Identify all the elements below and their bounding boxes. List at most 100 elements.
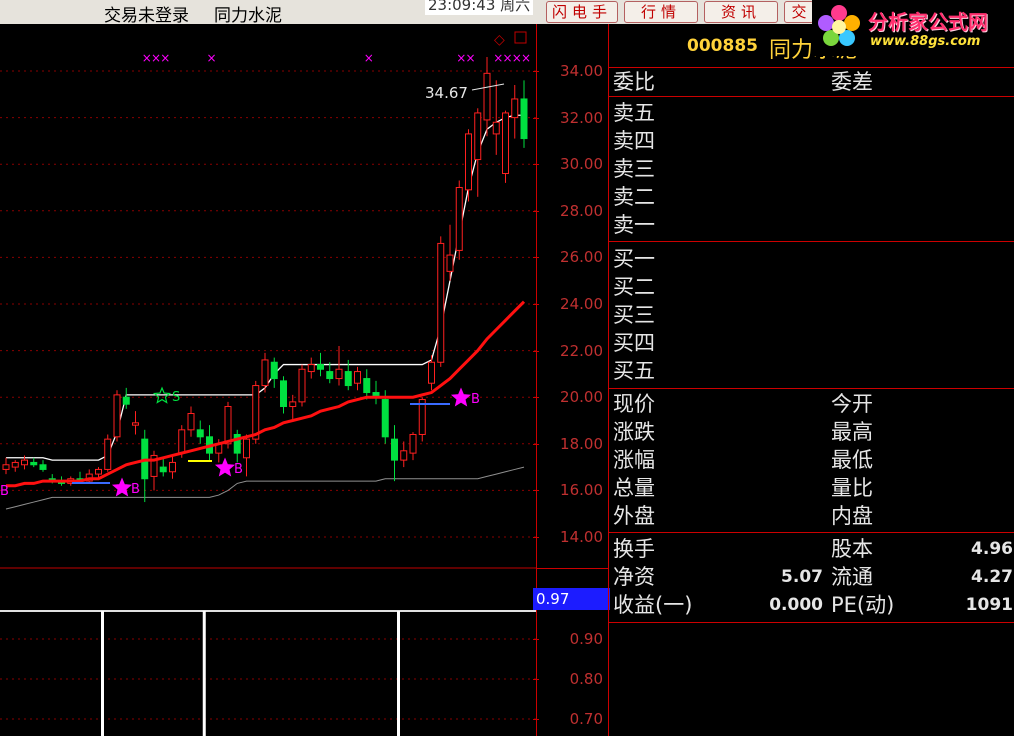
signal-marker-x: × — [466, 51, 476, 65]
stock-code: 000885 — [687, 36, 758, 56]
buy-4-label: 买四 — [613, 331, 655, 355]
max-price-label: 34.67 — [425, 84, 468, 102]
candle-body — [492, 121, 500, 135]
candle-body — [455, 187, 463, 251]
price-axis-tick: 32.00 — [533, 109, 603, 127]
share-capital-label: 股本 — [831, 537, 873, 561]
pe-label: PE(动) — [831, 593, 895, 617]
candle-body — [354, 371, 361, 384]
candle-body — [474, 112, 482, 161]
sell-3-label: 卖三 — [613, 157, 655, 181]
price-axis: 34.00 32.00 30.00 28.00 26.00 24.00 22.00 20.00… — [533, 24, 609, 736]
change-pct-label: 涨幅 — [613, 448, 655, 472]
logo-url[interactable]: www.88gs.com — [870, 34, 980, 49]
kline-chart[interactable]: × × × × × × × × × × ×34.67SB BBB◇ — [0, 24, 536, 736]
candle-body — [280, 380, 287, 408]
candle-body — [483, 72, 491, 121]
indicator-axis-tick: 0.80 — [533, 670, 603, 688]
eps-label: 收益(一) — [613, 593, 693, 617]
divider — [609, 67, 1014, 68]
open-label: 今开 — [831, 392, 873, 416]
candle-body — [409, 433, 417, 454]
candle-body — [30, 461, 38, 466]
divider — [609, 532, 1014, 533]
weicha-label: 委差 — [831, 70, 873, 94]
indicator-axis-tick: 0.70 — [533, 710, 603, 728]
buy-signal-label: B — [131, 482, 140, 497]
indicator-current-value: 0.97 — [533, 588, 610, 610]
price-axis-tick: 34.00 — [533, 62, 603, 80]
divider — [609, 388, 1014, 389]
candle-body — [261, 359, 269, 387]
candle-body — [270, 361, 278, 380]
price-axis-tick: 26.00 — [533, 248, 603, 266]
buy-3-label: 买三 — [613, 303, 655, 327]
candle-body — [428, 361, 435, 384]
trade-button[interactable]: 交 — [784, 1, 814, 23]
weibi-label: 委比 — [613, 70, 655, 94]
sell-2-label: 卖二 — [613, 185, 655, 209]
net-assets-label: 净资 — [613, 565, 655, 589]
candle-body — [21, 459, 28, 466]
buy-signal-label: B — [471, 392, 480, 407]
candle-body — [159, 466, 167, 473]
price-label: 现价 — [613, 392, 655, 416]
candle-body — [252, 385, 260, 440]
candle-body — [391, 438, 398, 461]
candle-body — [520, 98, 528, 140]
inner-label: 内盘 — [831, 504, 873, 528]
divider — [609, 96, 1014, 97]
buy-2-label: 买二 — [613, 275, 655, 299]
market-button[interactable]: 行情 — [624, 1, 698, 23]
flash-trade-button[interactable]: 闪电手 — [546, 1, 618, 23]
candle-body — [326, 371, 334, 380]
price-axis-tick: 18.00 — [533, 435, 603, 453]
candle-body — [465, 133, 472, 191]
news-button[interactable]: 资讯 — [704, 1, 778, 23]
signal-marker-x: × — [364, 51, 374, 65]
candle-body — [307, 364, 315, 373]
signal-marker-x: × — [521, 51, 531, 65]
buy-1-label: 买一 — [613, 247, 655, 271]
signal-marker-x: × — [160, 51, 170, 65]
low-label: 最低 — [831, 448, 873, 472]
upper-band-line — [6, 114, 524, 461]
buy-5-label: 买五 — [613, 359, 655, 383]
price-axis-tick: 20.00 — [533, 388, 603, 406]
sell-1-label: 卖一 — [613, 213, 655, 237]
outer-label: 外盘 — [613, 504, 655, 528]
clock: 23:09:43 周六 — [425, 0, 534, 15]
candle-body — [11, 461, 19, 468]
candle-body — [178, 429, 186, 454]
candle-body — [39, 464, 47, 470]
candle-body — [511, 98, 519, 119]
quote-panel: 000885 同力水泥 委比 委差 卖五 卖四 卖三 卖二 卖一 买一 买二 买… — [608, 24, 1014, 736]
candle-body — [187, 413, 195, 431]
signal-marker-x: × — [207, 51, 217, 65]
diamond-icon: ◇ — [494, 32, 505, 48]
price-axis-tick: 30.00 — [533, 155, 603, 173]
candle-body — [122, 396, 130, 405]
candle-body — [446, 254, 454, 272]
logo-name: 分析家公式网 — [868, 10, 988, 34]
axis-divider — [537, 568, 609, 569]
price-axis-tick: 28.00 — [533, 202, 603, 220]
window-box-icon — [514, 31, 527, 44]
flower-logo-icon — [818, 5, 860, 46]
divider — [609, 241, 1014, 242]
stock-title: 同力水泥 — [214, 6, 282, 26]
indicator-axis-tick: 0.90 — [533, 630, 603, 648]
high-label: 最高 — [831, 420, 873, 444]
candle-body — [289, 401, 297, 408]
login-status[interactable]: 交易未登录 — [104, 1, 189, 26]
candle-body — [243, 438, 250, 459]
candle-body — [113, 394, 121, 438]
buy-star-icon — [450, 387, 472, 407]
stock-terminal-window: 交易未登录 同力水泥 23:09:43 周六 闪电手 行情 资讯 交 × × × × ×… — [0, 0, 1014, 736]
share-capital-value: 4.96 — [971, 539, 1013, 559]
buy-signal-label: B — [234, 462, 243, 477]
candle-body — [502, 112, 509, 175]
sell-5-label: 卖五 — [613, 101, 655, 125]
volume-ratio-label: 量比 — [831, 476, 873, 500]
turnover-label: 换手 — [613, 537, 655, 561]
